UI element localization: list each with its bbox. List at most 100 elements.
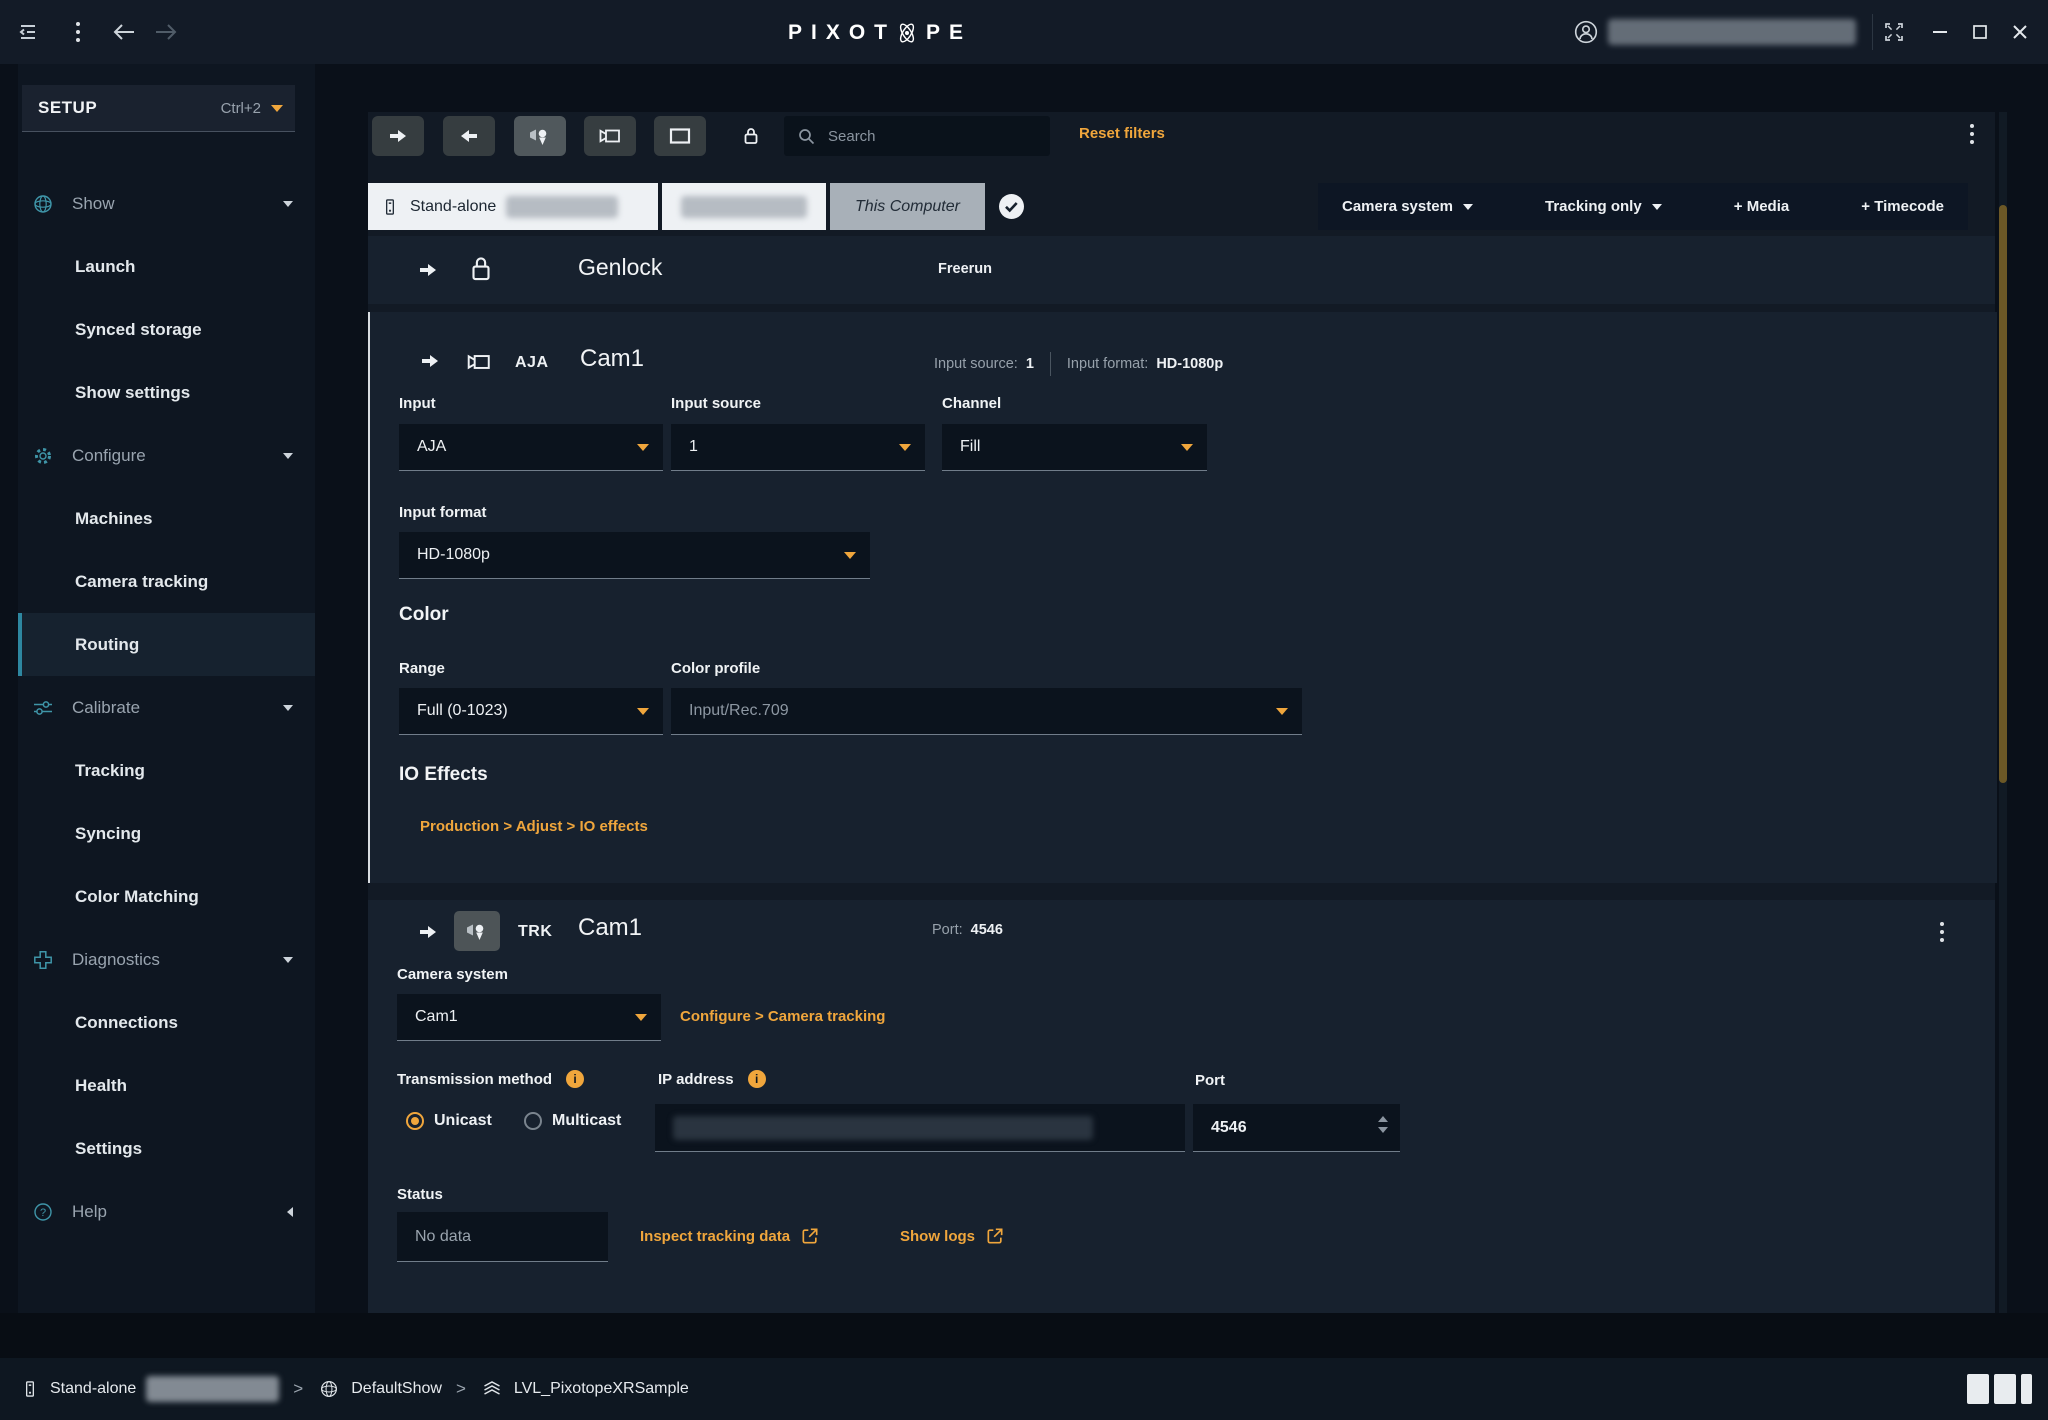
sidebar-item-help[interactable]: ? Help <box>18 1180 315 1243</box>
inspect-tracking-data-link[interactable]: Inspect tracking data <box>640 1226 820 1246</box>
panel-toggle-icon[interactable] <box>1967 1374 1989 1404</box>
range-value: Full (0-1023) <box>417 702 508 720</box>
close-button[interactable] <box>2006 18 2034 46</box>
minimize-button[interactable] <box>1926 18 1954 46</box>
tracking-only-filter[interactable]: Tracking only <box>1545 198 1662 215</box>
summary-label: Input source: <box>934 356 1018 372</box>
sidebar-item-machines[interactable]: Machines <box>18 487 315 550</box>
toolbar-more-button[interactable] <box>1966 120 1978 148</box>
expand-row-arrow-icon[interactable] <box>417 349 443 373</box>
sidebar-collapse-button[interactable] <box>14 18 42 46</box>
range-dropdown[interactable]: Full (0-1023) <box>399 688 663 735</box>
input-source-dropdown[interactable]: 1 <box>671 424 925 471</box>
add-timecode-button[interactable]: + Timecode <box>1861 198 1944 215</box>
filter-tracking-button[interactable] <box>514 116 566 156</box>
radio-unicast[interactable] <box>406 1112 424 1130</box>
stepper-down-icon[interactable] <box>1378 1127 1388 1133</box>
svg-text:?: ? <box>40 1207 46 1219</box>
video-camera-icon <box>464 349 494 375</box>
sidebar-item-color-matching[interactable]: Color Matching <box>18 865 315 928</box>
ip-address-input[interactable] <box>655 1104 1185 1152</box>
multicast-option[interactable]: Multicast <box>524 1112 621 1130</box>
breadcrumb-level[interactable]: LVL_PixotopeXRSample <box>514 1380 689 1398</box>
search-box <box>784 116 1050 156</box>
stepper-up-icon[interactable] <box>1378 1116 1388 1122</box>
input-format-dropdown[interactable]: HD-1080p <box>399 532 870 579</box>
expand-row-arrow-icon[interactable] <box>415 920 441 944</box>
sidebar-item-show-settings[interactable]: Show settings <box>18 361 315 424</box>
user-avatar-icon <box>1573 19 1599 45</box>
expand-icon <box>1882 20 1906 44</box>
sidebar-item-configure[interactable]: Configure <box>18 424 315 487</box>
status-label: Status <box>397 1186 443 1203</box>
filter-display-button[interactable] <box>654 116 706 156</box>
add-media-button[interactable]: + Media <box>1734 198 1789 215</box>
chevron-down-icon <box>283 705 293 711</box>
setup-label: SETUP <box>38 98 97 118</box>
sidebar-item-tracking[interactable]: Tracking <box>18 739 315 802</box>
sidebar-item-camera-tracking[interactable]: Camera tracking <box>18 550 315 613</box>
number-stepper[interactable] <box>1378 1116 1388 1133</box>
info-icon[interactable]: i <box>566 1070 584 1088</box>
filter-video-button[interactable] <box>584 116 636 156</box>
fit-window-button[interactable] <box>1880 18 1908 46</box>
kebab-menu-icon <box>1936 918 1948 946</box>
filter-inputs-button[interactable] <box>443 116 495 156</box>
color-profile-dropdown[interactable]: Input/Rec.709 <box>671 688 1302 735</box>
logo-text-left: PIXOT <box>788 21 896 45</box>
chevron-down-icon <box>899 444 911 451</box>
show-logs-link[interactable]: Show logs <box>900 1226 1005 1246</box>
search-input[interactable] <box>826 127 1030 146</box>
channel-dropdown[interactable]: Fill <box>942 424 1207 471</box>
sidebar-item-settings[interactable]: Settings <box>18 1117 315 1180</box>
chevron-down-icon <box>844 552 856 559</box>
maximize-button[interactable] <box>1966 18 1994 46</box>
sidebar-item-calibrate[interactable]: Calibrate <box>18 676 315 739</box>
sidebar-item-routing[interactable]: Routing <box>18 613 315 676</box>
user-account-button[interactable] <box>1572 18 1600 46</box>
tab-this-computer[interactable]: This Computer <box>830 183 985 230</box>
sidebar-item-health[interactable]: Health <box>18 1054 315 1117</box>
sidebar-item-label: Health <box>75 1076 127 1096</box>
sidebar-item-show[interactable]: Show <box>18 172 315 235</box>
sidebar-item-connections[interactable]: Connections <box>18 991 315 1054</box>
setup-mode-selector[interactable]: SETUP Ctrl+2 <box>22 85 295 132</box>
trk-badge: TRK <box>518 923 552 941</box>
port-value: 4546 <box>1211 1119 1247 1137</box>
camera-system-dropdown[interactable]: Cam1 <box>397 994 661 1041</box>
sidebar-item-syncing[interactable]: Syncing <box>18 802 315 865</box>
sidebar: SETUP Ctrl+2 Show Launch Synced storage … <box>18 64 315 1313</box>
expand-row-arrow-icon[interactable] <box>415 258 441 282</box>
nav-forward-button[interactable] <box>152 18 180 46</box>
monitor-icon <box>668 124 692 148</box>
tab-machine-2[interactable] <box>662 183 826 230</box>
info-icon[interactable]: i <box>748 1070 766 1088</box>
radio-multicast[interactable] <box>524 1112 542 1130</box>
summary-divider <box>1050 352 1051 376</box>
reset-filters-link[interactable]: Reset filters <box>1079 125 1165 142</box>
panel-toggle-icon[interactable] <box>2021 1374 2032 1404</box>
filter-lock-button[interactable] <box>725 116 777 156</box>
camera-system-filter[interactable]: Camera system <box>1342 198 1473 215</box>
tab-label: This Computer <box>855 198 960 216</box>
panel-toggle-icon[interactable] <box>1994 1374 2016 1404</box>
sidebar-item-launch[interactable]: Launch <box>18 235 315 298</box>
lock-icon[interactable] <box>466 252 496 286</box>
sidebar-item-synced-storage[interactable]: Synced storage <box>18 298 315 361</box>
breadcrumb-machine[interactable]: Stand-alone <box>50 1380 136 1398</box>
nav-back-button[interactable] <box>110 18 138 46</box>
unicast-option[interactable]: Unicast <box>406 1112 492 1130</box>
input-dropdown[interactable]: AJA <box>399 424 663 471</box>
chevron-down-icon <box>1276 708 1288 715</box>
filter-outputs-button[interactable] <box>372 116 424 156</box>
app-menu-button[interactable] <box>64 18 92 46</box>
io-effects-link[interactable]: Production > Adjust > IO effects <box>420 818 648 835</box>
breadcrumb-show[interactable]: DefaultShow <box>351 1380 442 1398</box>
tab-label: Stand-alone <box>410 198 496 216</box>
trk-more-button[interactable] <box>1936 918 1948 946</box>
configure-camera-tracking-link[interactable]: Configure > Camera tracking <box>680 1008 885 1025</box>
tab-standalone[interactable]: Stand-alone <box>368 183 658 230</box>
scrollbar-thumb[interactable] <box>1999 205 2007 783</box>
sidebar-item-diagnostics[interactable]: Diagnostics <box>18 928 315 991</box>
port-input[interactable]: 4546 <box>1193 1104 1400 1152</box>
